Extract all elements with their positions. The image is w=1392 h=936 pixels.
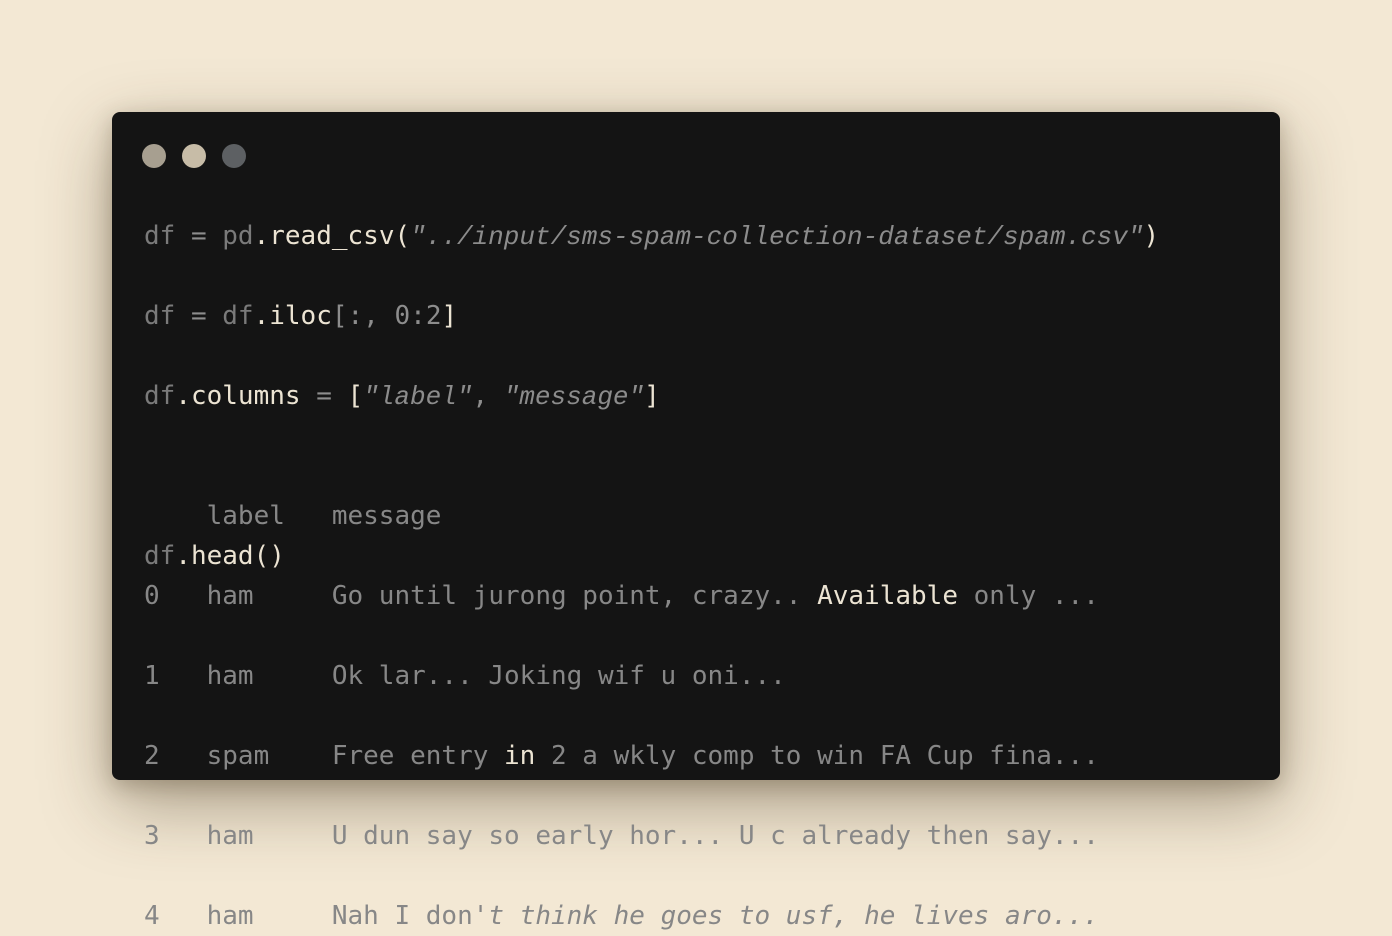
token-string: "label" (363, 382, 473, 412)
output-header: label message (144, 501, 442, 531)
window-dot-1[interactable] (142, 144, 166, 168)
token-paren: ( (394, 221, 411, 251)
output-row-4: 4 ham Nah I don't think he goes to usf, … (144, 896, 1099, 936)
token-string: "../input/sms-spam-collection-dataset/sp… (410, 222, 1144, 252)
code-window: df = pd.read_csv("../input/sms-spam-coll… (112, 112, 1280, 931)
row-text: 1 ham Ok lar... Joking wif u oni... (144, 661, 786, 691)
output-row-2: 2 spam Free entry in 2 a wkly comp to wi… (144, 736, 1099, 776)
row-text: 0 ham Go until jurong point, crazy.. (144, 581, 818, 611)
code-line-1: df = pd.read_csv("../input/sms-spam-coll… (144, 216, 1159, 256)
token-var: df (222, 301, 254, 331)
token-string: "message" (503, 382, 645, 412)
token-paren: ) (1143, 221, 1160, 251)
window-dot-3[interactable] (222, 144, 246, 168)
token-dot: . (175, 381, 191, 411)
token-var: df (144, 381, 176, 411)
output-row-0: 0 ham Go until jurong point, crazy.. Ava… (144, 576, 1099, 616)
row-text: 4 ham Nah I don (144, 901, 473, 931)
token-bracket: [:, (331, 301, 395, 331)
token-number: 0 (394, 301, 411, 331)
window-dot-2[interactable] (182, 144, 206, 168)
token-bracket: [ (347, 381, 364, 411)
code-line-2: df = df.iloc[:, 0:2] (144, 296, 1159, 336)
row-text: 3 ham U dun say so early hor... U c alre… (144, 821, 1099, 851)
token-op: = (175, 301, 223, 331)
token-attribute: columns (190, 381, 301, 411)
token-dot: . (253, 301, 270, 331)
row-text: 2 spam Free entry (144, 741, 505, 771)
token-op: = (175, 221, 223, 251)
token-var: df (144, 301, 176, 331)
token-number: 2 (425, 301, 442, 331)
window-controls (142, 144, 246, 168)
row-text: 2 a wkly comp to win FA Cup fina... (535, 741, 1099, 771)
token-function: iloc (269, 301, 332, 331)
token-function: read_csv (269, 221, 395, 251)
token-comma: , (472, 381, 504, 411)
row-highlight: in (504, 741, 536, 771)
output-row-1: 1 ham Ok lar... Joking wif u oni... (144, 656, 1099, 696)
token-var: df (144, 221, 176, 251)
token-module: pd (222, 221, 254, 251)
code-line-3: df.columns = ["label", "message"] (144, 376, 1159, 416)
row-italic: 't think he goes to usf, he lives aro... (472, 901, 1099, 931)
row-text: only ... (957, 581, 1099, 611)
output-row-3: 3 ham U dun say so early hor... U c alre… (144, 816, 1099, 856)
row-highlight: Available (817, 581, 958, 611)
token-bracket: ] (441, 301, 458, 331)
token-op: : (410, 301, 426, 331)
token-bracket: ] (644, 381, 660, 411)
token-dot: . (253, 221, 270, 251)
dataframe-output: label message 0 ham Go until jurong poin… (144, 496, 1099, 936)
token-op: = (300, 381, 348, 411)
